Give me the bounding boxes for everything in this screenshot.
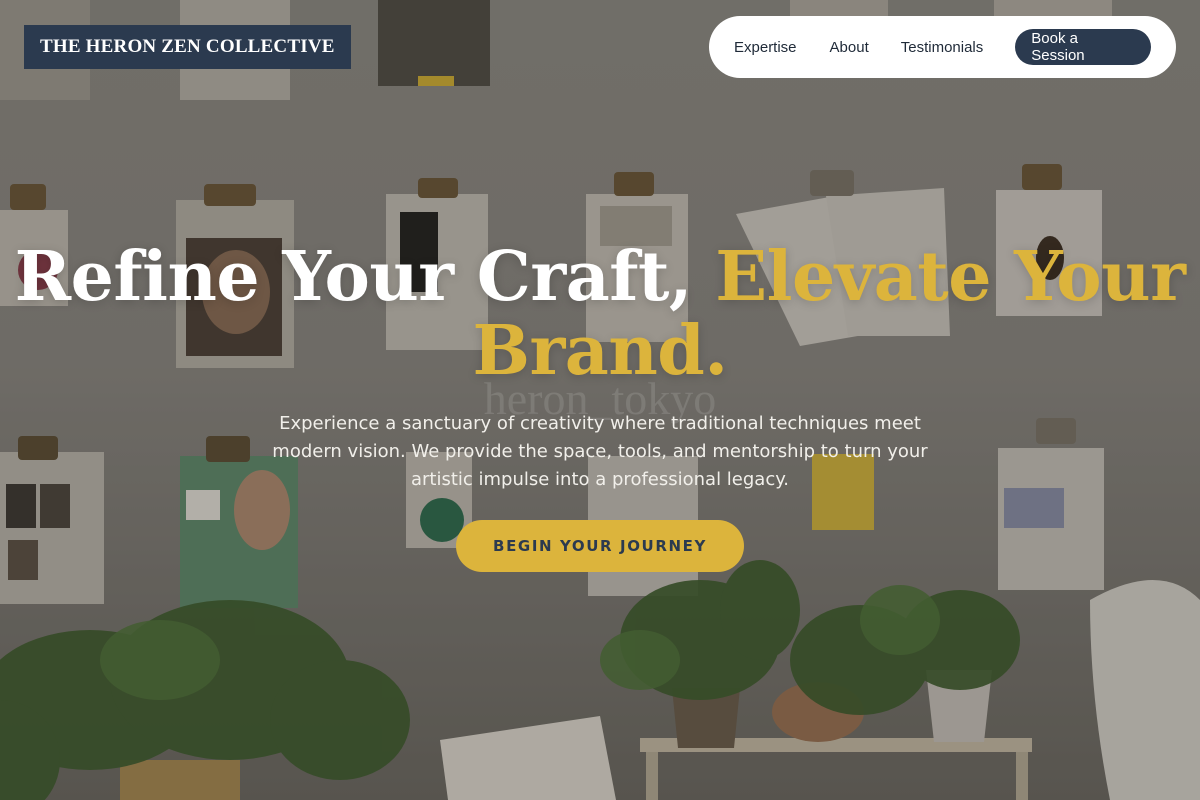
book-session-button[interactable]: Book a Session (1015, 29, 1151, 65)
hero-headline: Refine Your Craft, Elevate Your Brand. (0, 240, 1200, 388)
nav-link-expertise[interactable]: Expertise (734, 39, 797, 56)
hero-subtitle: Experience a sanctuary of creativity whe… (272, 413, 928, 490)
headline-main: Refine Your Craft, (14, 237, 693, 317)
brand-logo[interactable]: THE HERON ZEN COLLECTIVE (24, 25, 351, 69)
main-nav: Expertise About Testimonials Book a Sess… (709, 16, 1176, 78)
nav-link-about[interactable]: About (830, 39, 869, 56)
nav-link-testimonials[interactable]: Testimonials (901, 39, 984, 56)
begin-journey-button[interactable]: BEGIN YOUR JOURNEY (456, 520, 744, 572)
